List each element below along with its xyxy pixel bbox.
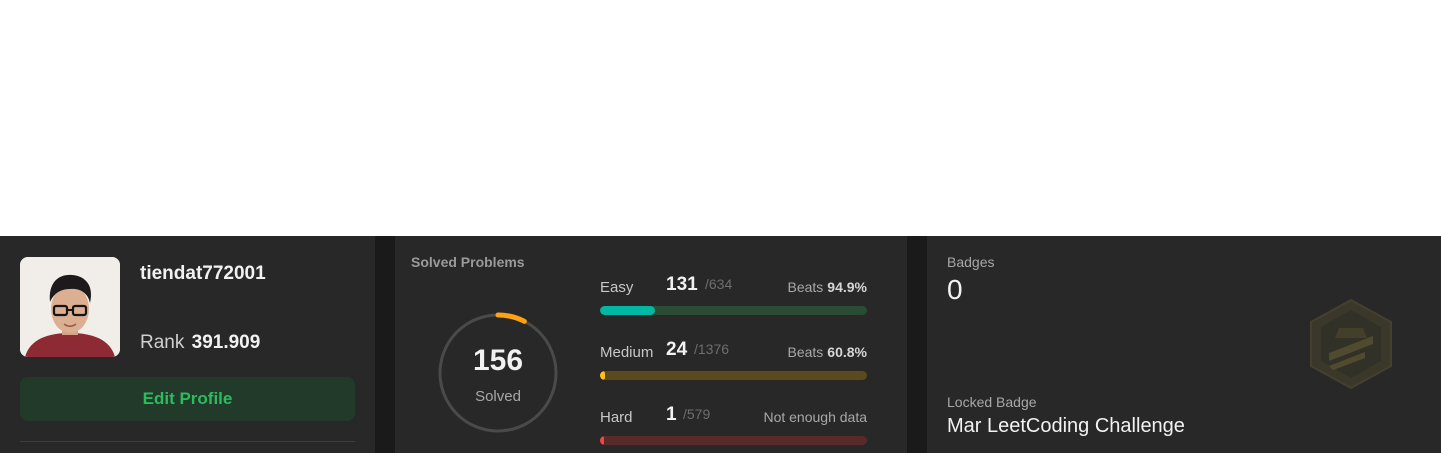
beats-value: 94.9% [827, 279, 867, 295]
difficulty-progress-bar [600, 306, 867, 315]
beats-stat: Beats 60.8% [787, 344, 867, 360]
profile-card: tiendat772001 Rank 391.909 Edit Profile [0, 236, 375, 453]
avatar-photo-icon [20, 257, 120, 357]
beats-label: Beats [787, 344, 824, 360]
locked-badge-name: Mar LeetCoding Challenge [947, 415, 1185, 437]
difficulty-progress-bar [600, 371, 867, 380]
rank-label: Rank [140, 332, 185, 353]
username: tiendat772001 [140, 263, 266, 284]
difficulty-progress-bar [600, 436, 867, 445]
beats-stat: Beats 94.9% [787, 279, 867, 295]
badges-count: 0 [947, 274, 963, 305]
difficulty-solved-count: 24 [666, 339, 688, 360]
solved-label: Solved [475, 388, 521, 405]
difficulty-name: Easy [600, 279, 634, 296]
badges-card: Badges 0 Locked Badge Mar LeetCoding Cha… [927, 236, 1441, 453]
not-enough-data-note: Not enough data [763, 409, 867, 425]
progress-fill [600, 371, 605, 380]
divider [20, 441, 355, 442]
difficulty-total: /634 [705, 276, 733, 292]
total-solved-count: 156 [472, 344, 524, 377]
solved-problems-title: Solved Problems [411, 254, 525, 270]
beats-label: Beats [787, 279, 824, 295]
rank: Rank 391.909 [140, 332, 260, 354]
avatar[interactable] [20, 257, 120, 357]
progress-fill [600, 436, 604, 445]
badges-label: Badges [947, 254, 995, 270]
difficulty-total: /1376 [694, 341, 730, 357]
difficulty-solved-count: 1 [666, 404, 677, 425]
rank-value: 391.909 [191, 332, 261, 353]
difficulty-name: Hard [600, 409, 633, 426]
locked-badge-icon[interactable] [1309, 298, 1393, 390]
solved-problems-card: Solved Problems 156 Solved Easy 131 /634… [395, 236, 907, 453]
page: tiendat772001 Rank 391.909 Edit Profile … [0, 0, 1441, 453]
difficulty-name: Medium [600, 344, 654, 361]
difficulty-total: /579 [683, 406, 711, 422]
beats-value: 60.8% [827, 344, 867, 360]
difficulty-solved-count: 131 [666, 274, 698, 295]
locked-badge-label: Locked Badge [947, 394, 1037, 410]
progress-fill [600, 306, 655, 315]
edit-profile-button[interactable]: Edit Profile [20, 377, 355, 421]
